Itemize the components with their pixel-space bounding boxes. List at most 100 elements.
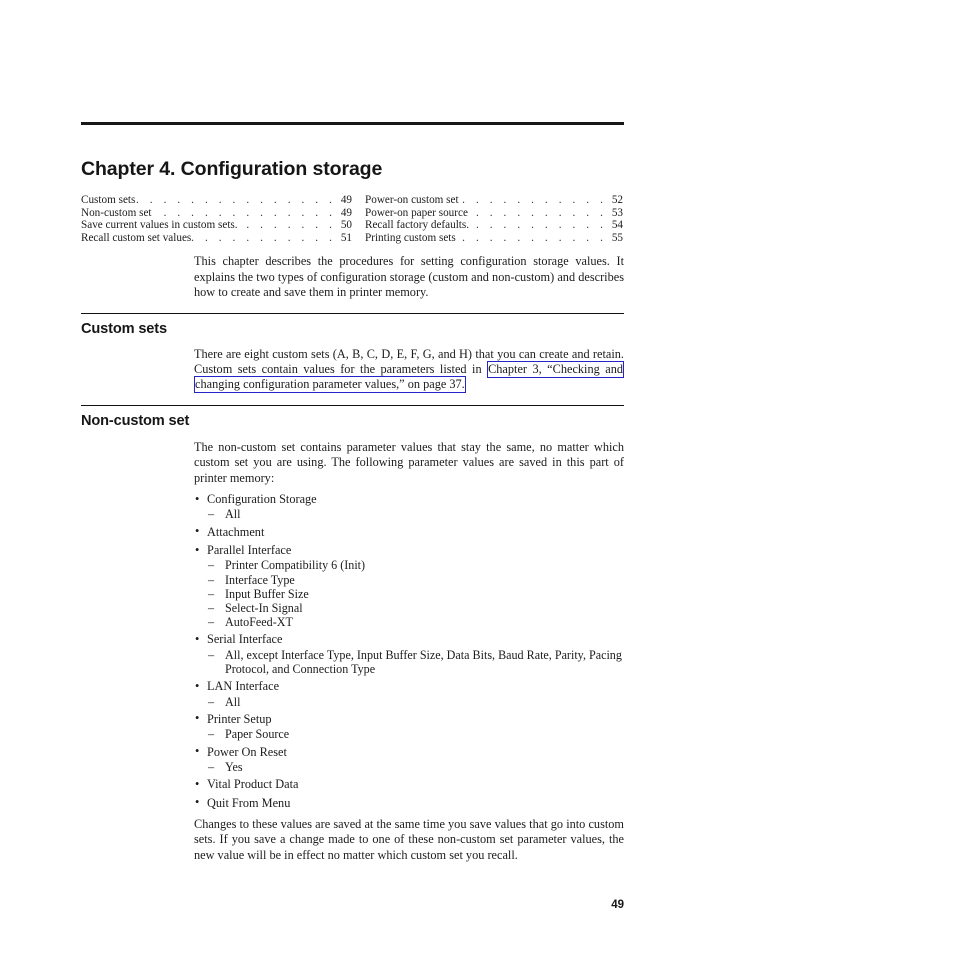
toc-entry[interactable]: Recall factory defaults.. . . . . . . . … xyxy=(365,219,623,232)
page-folio: 49 xyxy=(0,899,624,911)
toc-entry[interactable]: Printing custom sets. . . . . . . . . . … xyxy=(365,232,623,245)
toc-entry-page: 53 xyxy=(611,206,623,219)
non-custom-set-intro-paragraph: The non-custom set contains parameter va… xyxy=(194,439,624,485)
toc-entry[interactable]: Save current values in custom sets.. . .… xyxy=(81,219,352,232)
list-item: • Parallel Interface – Printer Compatibilit… xyxy=(194,542,624,630)
bullet-icon: • xyxy=(195,776,200,791)
section-heading-non-custom-set: Non-custom set xyxy=(81,412,190,429)
dash-icon: – xyxy=(208,615,215,630)
toc-leader-dots: . . . . . . . . . . . . . . . . . . . . … xyxy=(469,219,607,232)
toc-entry-page: 55 xyxy=(611,231,623,244)
toc-entry-label: Save current values in custom sets. xyxy=(81,219,238,232)
list-item-label: Parallel Interface xyxy=(207,543,292,558)
list-item: • Power On Reset – Yes xyxy=(194,744,624,775)
dash-icon: – xyxy=(208,694,215,709)
sub-list-item-label: AutoFeed-XT xyxy=(225,615,293,630)
sub-list-item: – Printer Compatibility 6 (Init) xyxy=(207,558,624,572)
dash-icon: – xyxy=(208,558,215,573)
list-item-label: Attachment xyxy=(207,524,265,539)
sub-list: – Yes xyxy=(207,760,624,774)
sub-list: – All, except Interface Type, Input Buffe… xyxy=(207,648,624,676)
bullet-icon: • xyxy=(195,491,200,506)
dash-icon: – xyxy=(208,601,215,616)
sub-list-item-label: All xyxy=(225,694,241,709)
sub-list-item-label: Input Buffer Size xyxy=(225,586,309,601)
sub-list-item: – Select-In Signal xyxy=(207,601,624,615)
list-item: • Attachment xyxy=(194,524,624,540)
list-item-label: Vital Product Data xyxy=(207,777,299,792)
toc-entry-label: Recall factory defaults. xyxy=(365,219,470,232)
sub-list-item-label: Printer Compatibility 6 (Init) xyxy=(225,558,366,573)
sub-list-item: – Input Buffer Size xyxy=(207,587,624,601)
sub-list-item: – Paper Source xyxy=(207,727,624,741)
document-page: Chapter 4. Configuration storage Custom … xyxy=(0,0,954,954)
page-content-column: Chapter 4. Configuration storage Custom … xyxy=(81,0,624,863)
intro-body: This chapter describes the procedures fo… xyxy=(194,254,624,300)
sub-list-item: – All xyxy=(207,507,624,521)
toc-entry-page: 49 xyxy=(340,194,352,206)
toc-entry[interactable]: Recall custom set values. . . . . . . . … xyxy=(81,232,352,245)
dash-icon: – xyxy=(208,586,215,601)
bullet-icon: • xyxy=(195,542,200,557)
list-item-label: Serial Interface xyxy=(207,632,283,647)
non-custom-set-body: The non-custom set contains parameter va… xyxy=(194,440,624,863)
sub-list-item-label: All, except Interface Type, Input Buffer… xyxy=(225,647,622,677)
list-item: • Configuration Storage – All xyxy=(194,492,624,522)
dash-icon: – xyxy=(208,572,215,587)
section-heading-custom-sets: Custom sets xyxy=(81,320,167,337)
sub-list: – All xyxy=(207,507,624,521)
intro-paragraph: This chapter describes the procedures fo… xyxy=(194,254,624,300)
sub-list-item: – Yes xyxy=(207,760,624,774)
custom-sets-paragraph: There are eight custom sets (A, B, C, D,… xyxy=(194,347,624,394)
toc-entry-page: 51 xyxy=(340,231,352,244)
toc-column-left: Custom sets. . . . . . . . . . . . . . .… xyxy=(81,194,352,244)
toc-leader-dots: . . . . . . . . . . . . . . . . . . . . … xyxy=(456,231,607,244)
list-item: • LAN Interface – All xyxy=(194,679,624,709)
toc-entry[interactable]: Non-custom set. . . . . . . . . . . . . … xyxy=(81,207,352,220)
list-item: • Serial Interface – All, except Interface … xyxy=(194,632,624,676)
toc-leader-dots: . . . . . . . . . . . . . . . . . . . . … xyxy=(238,219,336,232)
list-item-label: Power On Reset xyxy=(207,744,287,759)
dash-icon: – xyxy=(208,507,215,522)
list-item: • Vital Product Data xyxy=(194,777,624,792)
toc-entry[interactable]: Power-on paper source. . . . . . . . . .… xyxy=(365,207,623,220)
toc-entry-page: 54 xyxy=(611,219,623,232)
custom-sets-body: There are eight custom sets (A, B, C, D,… xyxy=(194,347,624,394)
sub-list-item-label: Interface Type xyxy=(225,572,295,587)
toc-leader-dots: . . . . . . . . . . . . . . . . . . . . … xyxy=(459,194,607,206)
list-item: • Quit From Menu xyxy=(194,795,624,811)
sub-list: – Paper Source xyxy=(207,727,624,741)
dash-icon: – xyxy=(208,647,215,662)
non-custom-parameter-list: • Configuration Storage – All • Attachment • Pa… xyxy=(194,492,624,811)
toc-leader-dots: . . . . . . . . . . . . . . . . . . . . … xyxy=(135,194,336,206)
sub-list-item: – Interface Type xyxy=(207,573,624,587)
bullet-icon: • xyxy=(195,678,200,693)
toc-entry[interactable]: Custom sets. . . . . . . . . . . . . . .… xyxy=(81,194,352,207)
toc-entry-label: Printing custom sets xyxy=(365,231,456,244)
toc-leader-dots: . . . . . . . . . . . . . . . . . . . . … xyxy=(152,206,336,219)
toc-entry-page: 49 xyxy=(340,206,352,219)
bullet-icon: • xyxy=(195,795,200,810)
toc-column-right: Power-on custom set. . . . . . . . . . .… xyxy=(352,194,623,244)
toc-entry-label: Power-on custom set xyxy=(365,194,459,206)
bullet-icon: • xyxy=(195,744,200,758)
bullet-icon: • xyxy=(195,631,200,646)
toc-entry-page: 50 xyxy=(340,219,352,232)
chapter-toc: Custom sets. . . . . . . . . . . . . . .… xyxy=(81,194,624,244)
page-number: 49 xyxy=(611,899,624,911)
list-item: • Printer Setup – Paper Source xyxy=(194,711,624,742)
toc-leader-dots: . . . . . . . . . . . . . . . . . . . . … xyxy=(468,206,607,219)
toc-entry-label: Power-on paper source xyxy=(365,206,468,219)
list-item-label: Quit From Menu xyxy=(207,795,291,810)
toc-leader-dots: . . . . . . . . . . . . . . . . . . . . … xyxy=(191,231,336,244)
toc-entry-label: Recall custom set values xyxy=(81,231,192,244)
page-title: Chapter 4. Configuration storage xyxy=(81,158,383,180)
dash-icon: – xyxy=(208,727,215,742)
list-item-label: Configuration Storage xyxy=(207,492,317,507)
dash-icon: – xyxy=(208,759,215,774)
bullet-icon: • xyxy=(195,711,200,726)
toc-entry[interactable]: Power-on custom set. . . . . . . . . . .… xyxy=(365,194,623,207)
sub-list-item: – AutoFeed-XT xyxy=(207,615,624,629)
sub-list-item-label: Select-In Signal xyxy=(225,601,303,616)
bullet-icon: • xyxy=(195,524,200,539)
